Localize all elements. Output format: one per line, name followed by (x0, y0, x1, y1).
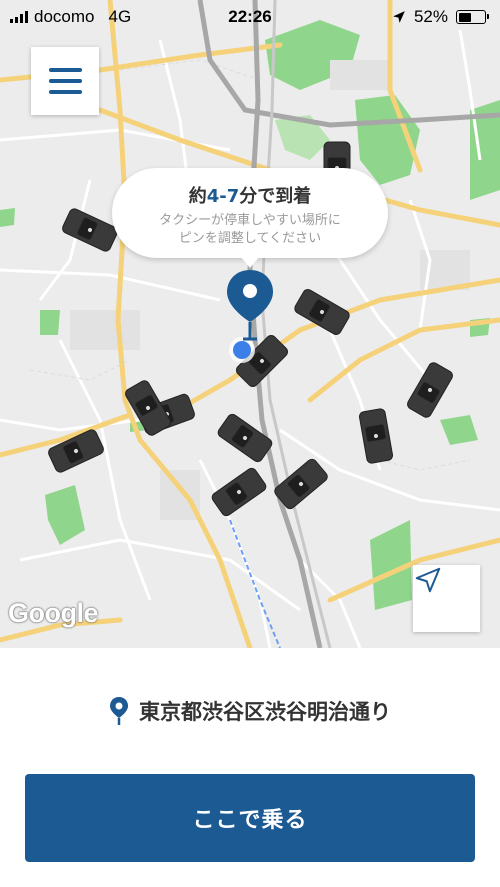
menu-button[interactable] (31, 47, 99, 115)
navigation-arrow-icon (415, 567, 441, 593)
current-location-button[interactable] (413, 565, 480, 632)
park-area (440, 415, 478, 445)
ride-here-button[interactable]: ここで乗る (25, 774, 475, 862)
park-area (40, 310, 60, 335)
address-text: 東京都渋谷区渋谷明治通り (139, 700, 391, 724)
battery-icon (456, 10, 489, 24)
bottom-panel: 東京都渋谷区渋谷明治通り ここで乗る (0, 648, 500, 887)
pin-icon (110, 697, 128, 725)
eta-minutes: 4-7 (206, 186, 240, 207)
location-arrow-icon (393, 11, 405, 23)
park-area (45, 485, 85, 545)
google-attribution: Google (8, 598, 99, 628)
eta-text: 約4-7分で到着 (188, 186, 312, 207)
pickup-pin-icon (227, 270, 273, 341)
status-bar: docomo 4G 22:26 52% (0, 0, 500, 34)
eta-hint: タクシーが停車しやすい場所に ピンを調整してください (159, 213, 341, 246)
hamburger-menu-icon (48, 68, 82, 72)
pickup-address[interactable]: 東京都渋谷区渋谷明治通り (0, 696, 500, 726)
park-area (0, 208, 15, 227)
map-view[interactable]: 約4-7分で到着 タクシーが停車しやすい場所に ピンを調整してください Goog… (0, 0, 500, 648)
battery-percent: 52% (413, 7, 448, 26)
eta-bubble: 約4-7分で到着 タクシーが停車しやすい場所に ピンを調整してください (112, 168, 388, 268)
